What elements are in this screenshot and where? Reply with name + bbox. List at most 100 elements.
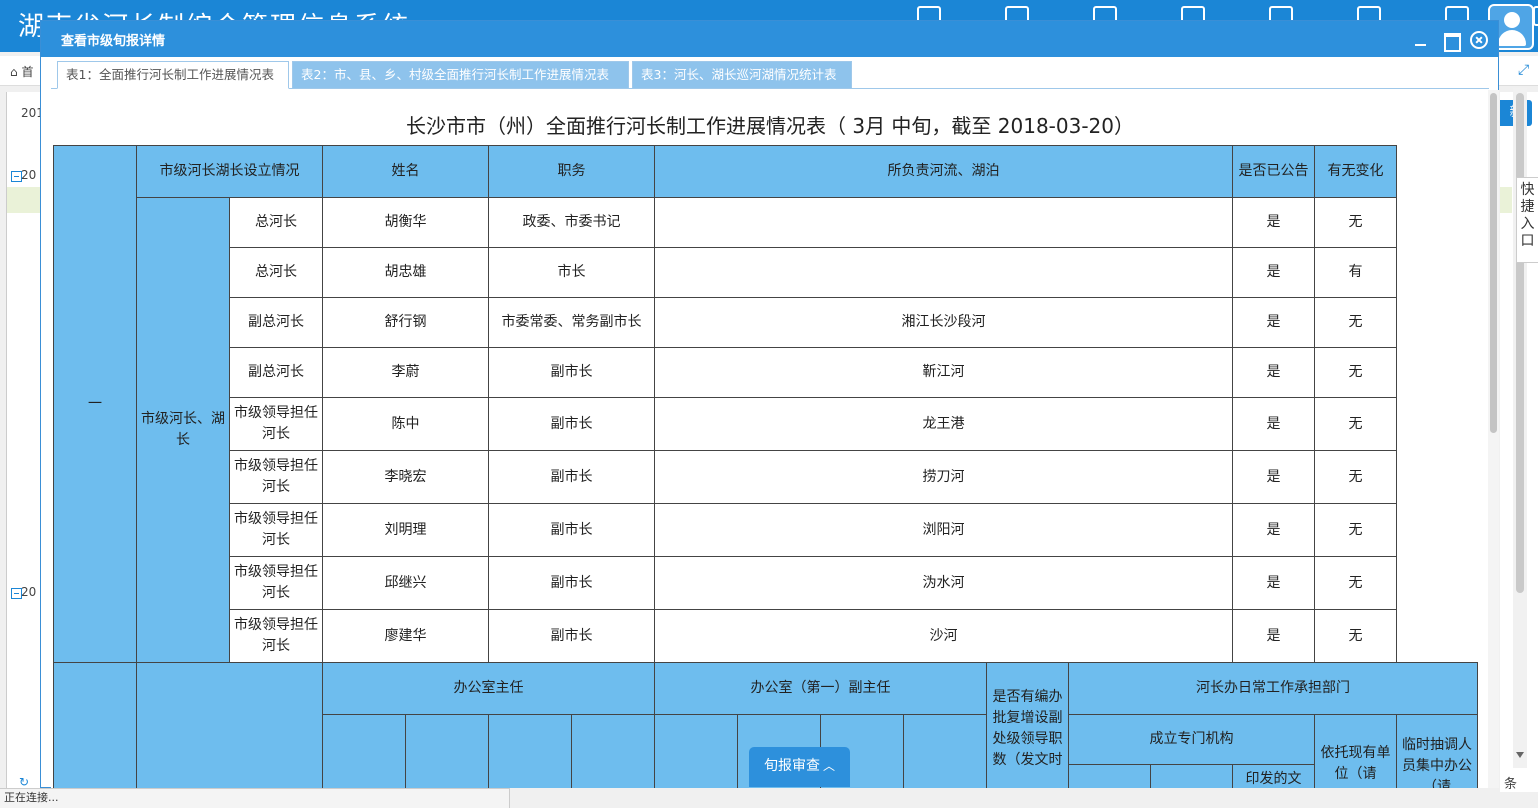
tab-strip: 表1：全面推行河长制工作进展情况表 表2：市、县、乡、村级全面推行河长制工作进展… [51,57,1489,89]
review-button[interactable]: 旬报审查 ︿ [749,747,850,787]
position-cell: 副市长 [488,450,655,504]
table-row: 副总河长 舒行钢 市委常委、常务副市长 湘江长沙段河 是 无 [54,297,1478,348]
table-row: 市级领导担任河长 邱继兴 副市长 沩水河 是 无 [54,556,1478,610]
tree-row-label: 20 [21,585,37,599]
role-cell: 副总河长 [229,347,323,398]
minimize-icon[interactable] [1413,32,1429,48]
selected-row-highlight [7,187,43,213]
role-cell: 市级领导担任河长 [229,609,323,663]
tab-table-2[interactable]: 表2：市、县、乡、村级全面推行河长制工作进展情况表 [292,61,629,89]
table-row: 总河长 胡忠雄 市长 是 有 [54,247,1478,298]
tab-table-1[interactable]: 表1：全面推行河长制工作进展情况表 [57,61,289,89]
group-label-cell: 市级河长、湖长 [136,197,230,663]
name-cell: 邱继兴 [322,556,489,610]
position-cell: 市委常委、常务副市长 [488,297,655,348]
changed-cell: 无 [1314,556,1398,610]
position-cell: 副市长 [488,503,655,557]
detail-modal: 查看市级旬报详情 表1：全面推行河长制工作进展情况表 表2：市、县、乡、村级全面… [40,20,1499,788]
role-cell: 市级领导担任河长 [229,397,323,451]
table-row: 副总河长 李蔚 副市长 靳江河 是 无 [54,347,1478,398]
name-cell: 李蔚 [322,347,489,398]
name-cell: 陈中 [322,397,489,451]
name-cell: 胡忠雄 [322,247,489,298]
position-cell: 政委、市委书记 [488,197,655,248]
announced-cell: 是 [1232,297,1316,348]
name-cell: 胡衡华 [322,197,489,248]
header-temp-staff: 临时抽调人员集中办公（请 [1396,714,1478,788]
position-cell: 市长 [488,247,655,298]
refresh-icon[interactable]: ↻ [19,775,29,789]
header-issued-doc: 印发的文 [1232,764,1316,788]
background-tree-panel: 201 20 20 ↻ [6,92,44,792]
scroll-down-arrow-icon[interactable] [1516,752,1524,758]
office-subcell [405,714,489,788]
breadcrumb-home[interactable]: ⌂ 首 [10,63,33,80]
position-cell: 副市长 [488,397,655,451]
header-approval: 是否有编办批复增设副处级领导职数（发文时 [986,662,1069,788]
announced-cell: 是 [1232,347,1316,398]
office-header-row: 办公室主任 办公室（第一）副主任 是否有编办批复增设副处级领导职数（发文时 河长… [53,662,1478,788]
section-number-cell [53,662,137,788]
river-cell [653,197,1234,248]
announced-cell: 是 [1232,397,1316,451]
report-content: 长沙市市（州）全面推行河长制工作进展情况表（ 3月 中旬，截至 2018-03-… [51,90,1489,788]
table-row: 市级领导担任河长 李晓宏 副市长 捞刀河 是 无 [54,450,1478,504]
modal-title: 查看市级旬报详情 [61,34,166,49]
office-subcell [654,714,738,788]
modal-scrollbar-thumb[interactable] [1490,93,1497,433]
maximize-icon[interactable] [1443,32,1461,52]
table-header-row: 一 市级河长湖长设立情况 姓名 职务 所负责河流、湖泊 是否已公告 有无变化 [53,145,1478,663]
page-scrollbar-thumb[interactable] [1516,93,1524,593]
progress-table: 一 市级河长湖长设立情况 姓名 职务 所负责河流、湖泊 是否已公告 有无变化 市… [53,145,1478,788]
changed-cell: 无 [1314,503,1398,557]
position-cell: 副市长 [488,347,655,398]
position-cell: 副市长 [488,556,655,610]
announced-cell: 是 [1232,197,1316,248]
fullscreen-icon[interactable]: ⤢ [1518,62,1529,78]
river-cell: 浏阳河 [653,503,1234,557]
office-label-cell [136,662,323,788]
table-row: 市级领导担任河长 陈中 副市长 龙王港 是 无 [54,397,1478,451]
river-cell: 龙王港 [653,397,1234,451]
river-cell: 湘江长沙段河 [653,297,1234,348]
name-cell: 李晓宏 [322,450,489,504]
name-cell: 刘明理 [322,503,489,557]
name-cell: 舒行钢 [322,297,489,348]
office-subcell [488,714,572,788]
announced-cell: 是 [1232,609,1316,663]
role-cell: 市级领导担任河长 [229,503,323,557]
header-office-director: 办公室主任 [322,662,655,715]
river-cell: 捞刀河 [653,450,1234,504]
table-row: 市级领导担任河长 廖建华 副市长 沙河 是 无 [54,609,1478,663]
quick-entry-tab[interactable]: 快捷入口 [1516,177,1538,263]
modal-titlebar[interactable]: 查看市级旬报详情 [41,21,1498,57]
header-setup: 市级河长湖长设立情况 [136,145,323,198]
role-cell: 总河长 [229,197,323,248]
role-cell: 总河长 [229,247,323,298]
office-subcell [322,714,406,788]
section-number-cell: 一 [53,145,137,663]
header-department: 河长办日常工作承担部门 [1068,662,1478,715]
role-cell: 市级领导担任河长 [229,556,323,610]
river-cell [653,247,1234,298]
changed-cell: 无 [1314,197,1398,248]
changed-cell: 无 [1314,609,1398,663]
header-position: 职务 [488,145,655,198]
river-cell: 沙河 [653,609,1234,663]
office-subcell [1149,764,1234,788]
header-river: 所负责河流、湖泊 [653,145,1234,198]
header-office-deputy: 办公室（第一）副主任 [654,662,987,715]
header-changed: 有无变化 [1314,145,1398,198]
office-subcell [903,714,987,788]
role-cell: 副总河长 [229,297,323,348]
tree-row-label: 20 [21,168,37,182]
tab-table-3[interactable]: 表3：河长、湖长巡河湖情况统计表 [632,61,852,89]
close-icon[interactable] [1470,31,1488,49]
changed-cell: 有 [1314,247,1398,298]
changed-cell: 无 [1314,450,1398,504]
changed-cell: 无 [1314,347,1398,398]
office-subcell [571,714,655,788]
modal-scrollbar[interactable] [1488,90,1499,788]
river-cell: 靳江河 [653,347,1234,398]
announced-cell: 是 [1232,503,1316,557]
